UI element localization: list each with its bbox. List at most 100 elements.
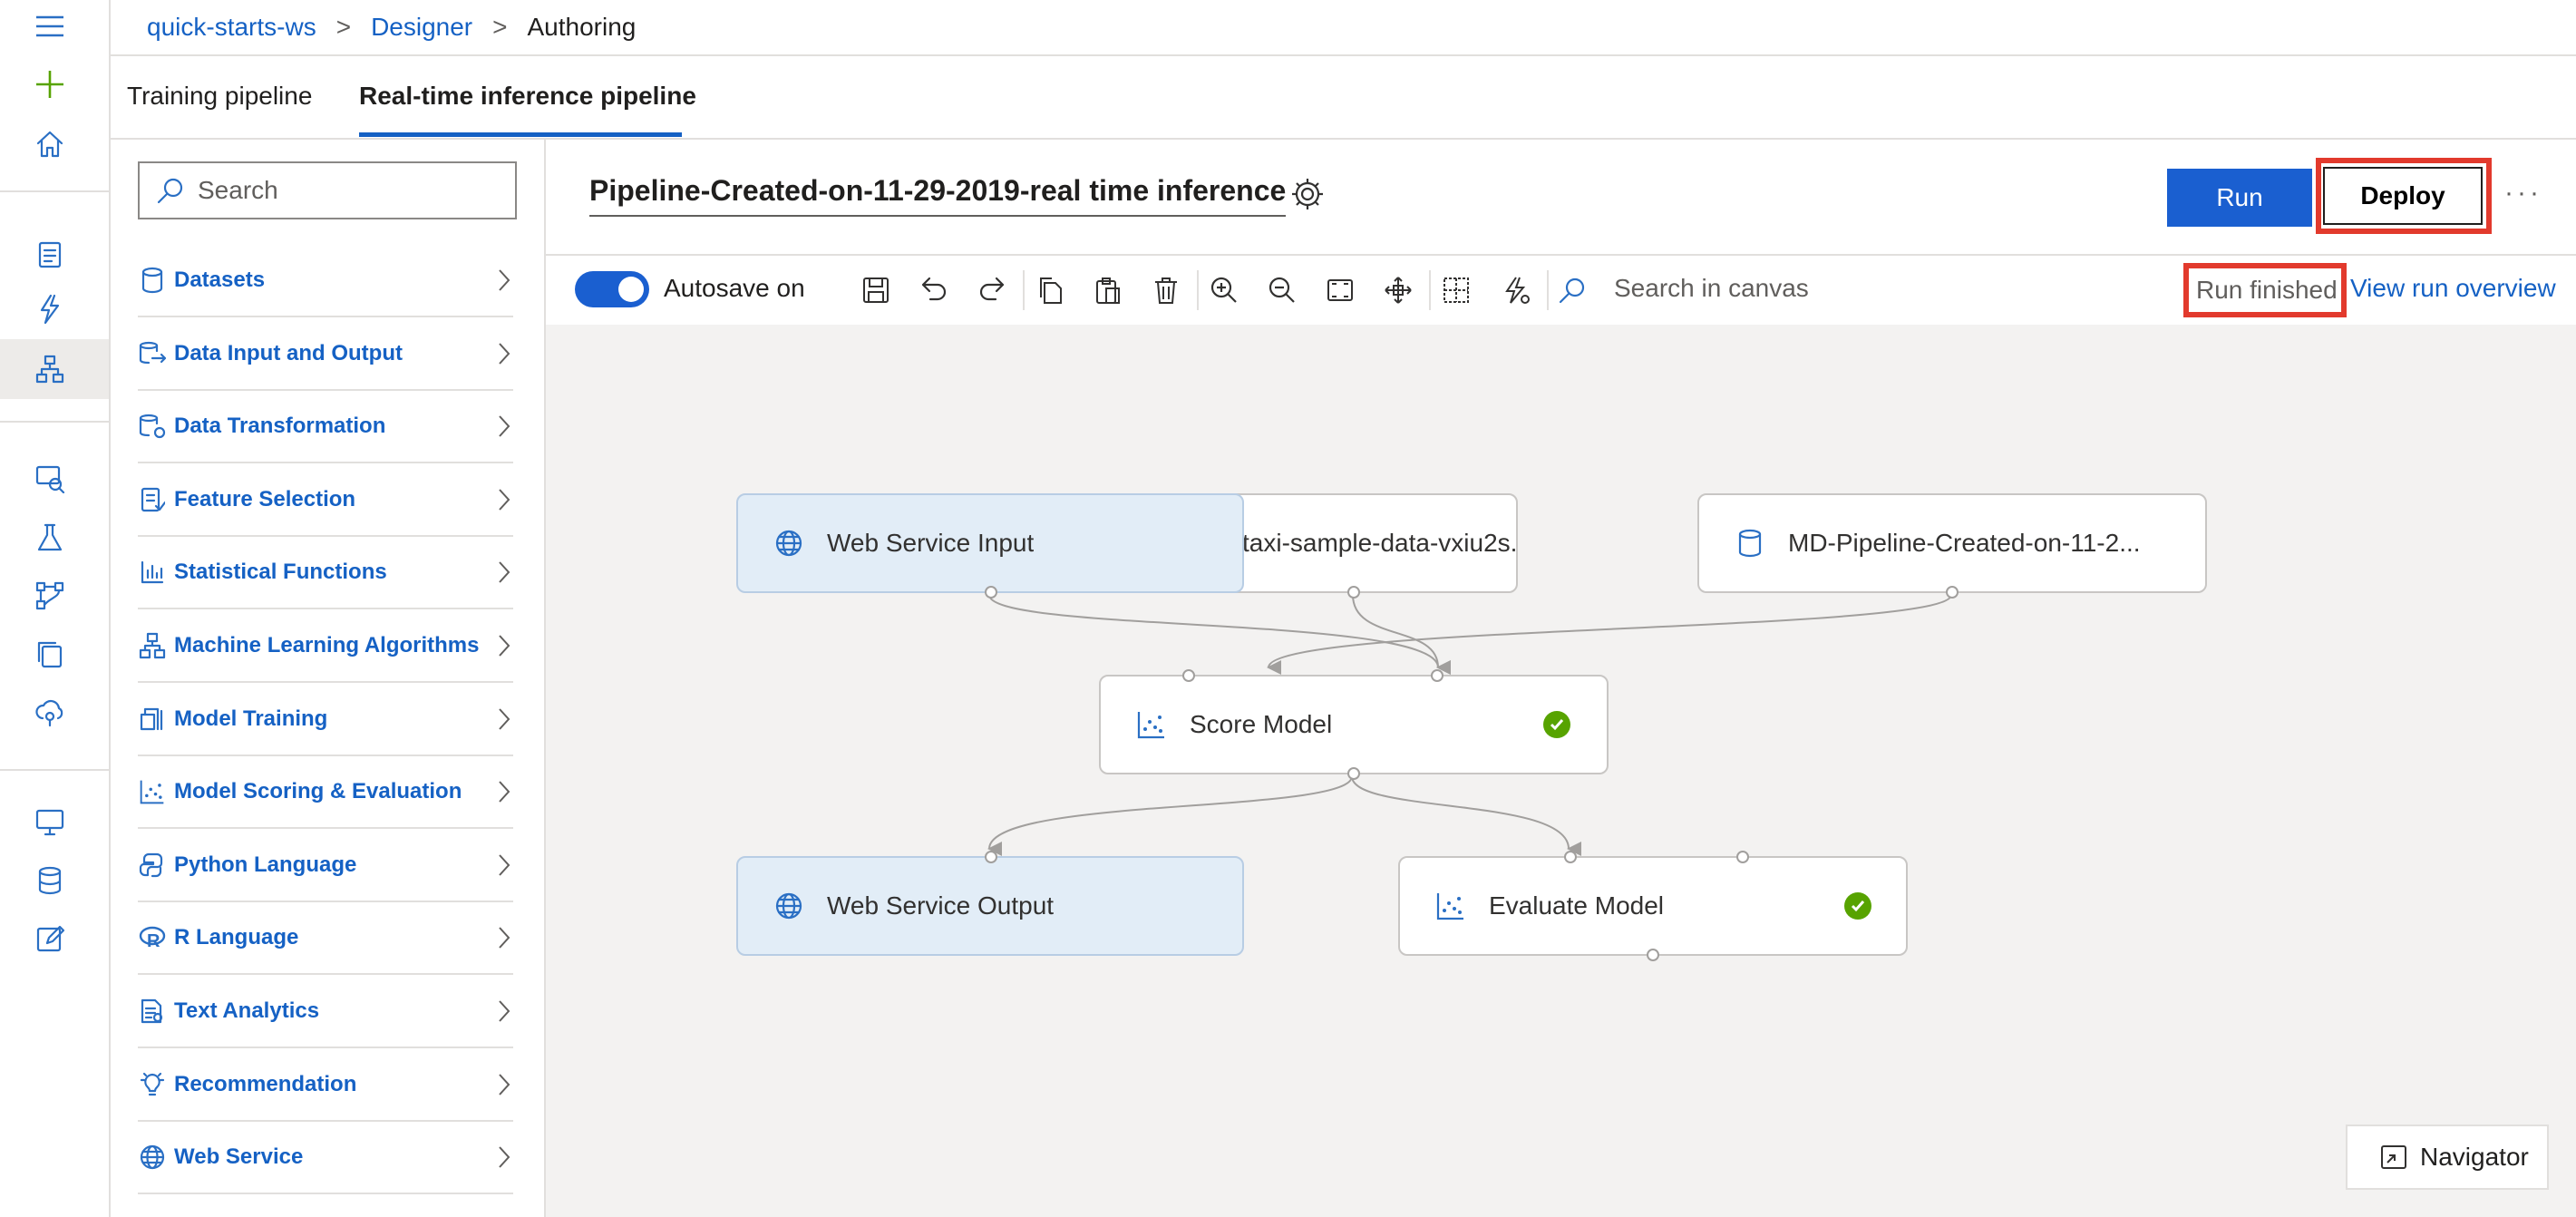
palette-category-label: R Language: [174, 925, 299, 950]
pipelines-icon[interactable]: [25, 571, 74, 620]
endpoints-icon[interactable]: [25, 687, 74, 736]
pipeline-node-web-service-input[interactable]: Web Service Input: [736, 493, 1244, 599]
palette-category-r-language[interactable]: R R Language: [138, 902, 513, 976]
breadcrumb-designer-link[interactable]: Designer: [371, 13, 472, 42]
pipeline-canvas[interactable]: taxi-sample-data-vxiu2s... Web Service I…: [546, 325, 2576, 1217]
chevron-right-icon[interactable]: [495, 340, 513, 367]
palette-category-datasets[interactable]: Datasets: [138, 245, 513, 317]
navigator-button[interactable]: Navigator: [2346, 1125, 2549, 1190]
hamburger-menu-icon[interactable]: [25, 2, 74, 51]
toggle-knob: [618, 277, 644, 302]
copy-icon[interactable]: [1032, 272, 1068, 308]
palette-category-statistical-functions[interactable]: Statistical Functions: [138, 537, 513, 610]
input-port[interactable]: [1564, 851, 1577, 863]
view-run-overview-link[interactable]: View run overview: [2350, 274, 2556, 303]
output-port[interactable]: [1347, 586, 1360, 599]
chevron-right-icon[interactable]: [495, 632, 513, 659]
palette-category-model-training[interactable]: Model Training: [138, 684, 513, 756]
deploy-button[interactable]: Deploy: [2323, 167, 2483, 225]
designer-icon[interactable]: [25, 345, 74, 394]
palette-category-web-service[interactable]: Web Service: [138, 1122, 513, 1195]
autosave-toggle[interactable]: [575, 271, 649, 307]
completed-check-icon: [1543, 711, 1570, 738]
scatter-icon: [1133, 706, 1170, 743]
canvas-search-input[interactable]: Search in canvas: [1614, 274, 1809, 303]
data-labeling-icon[interactable]: [25, 914, 74, 963]
palette-category-model-scoring-evaluation[interactable]: Model Scoring & Evaluation: [138, 756, 513, 830]
zoom-out-icon[interactable]: [1264, 272, 1300, 308]
experiments-icon[interactable]: [25, 513, 74, 562]
automated-ml-icon[interactable]: [25, 285, 74, 334]
pipeline-node-web-service-output[interactable]: Web Service Output: [736, 851, 1244, 956]
input-port[interactable]: [1736, 851, 1749, 863]
palette-category-machine-learning-algorithms[interactable]: Machine Learning Algorithms: [138, 610, 513, 683]
input-port[interactable]: [985, 851, 997, 863]
palette-search-input[interactable]: [196, 175, 499, 206]
more-options-button[interactable]: ···: [2504, 178, 2542, 209]
pipeline-node-md-pipeline[interactable]: MD-Pipeline-Created-on-11-2...: [1697, 493, 2207, 599]
palette-category-recommendation[interactable]: Recommendation: [138, 1049, 513, 1122]
output-port[interactable]: [1347, 767, 1360, 780]
node-label: Web Service Output: [827, 891, 1055, 920]
output-port[interactable]: [1946, 586, 1959, 599]
paste-icon[interactable]: [1090, 272, 1126, 308]
pipeline-node-score-model[interactable]: Score Model: [1099, 669, 1609, 780]
select-area-icon[interactable]: [1438, 272, 1474, 308]
notebooks-icon[interactable]: [25, 230, 74, 279]
rail-divider: [0, 421, 109, 423]
globe-icon: [138, 1143, 167, 1172]
chevron-right-icon[interactable]: [495, 924, 513, 951]
save-icon[interactable]: [858, 272, 894, 308]
models-icon[interactable]: [25, 629, 74, 678]
palette-category-text-analytics[interactable]: Text Analytics: [138, 976, 513, 1048]
palette-category-data-transformation[interactable]: Data Transformation: [138, 391, 513, 464]
zoom-in-icon[interactable]: [1206, 272, 1242, 308]
breadcrumb-current: Authoring: [527, 13, 637, 41]
chevron-right-icon[interactable]: [495, 267, 513, 294]
chevron-right-icon[interactable]: [495, 706, 513, 733]
datastores-icon[interactable]: [25, 856, 74, 905]
rail-divider: [0, 190, 109, 192]
run-button[interactable]: Run: [2167, 169, 2312, 227]
input-port[interactable]: [1431, 669, 1444, 682]
undo-icon[interactable]: [916, 272, 952, 308]
chevron-right-icon[interactable]: [495, 998, 513, 1025]
globe-icon: [771, 525, 807, 561]
tab-real-time-inference-pipeline[interactable]: Real-time inference pipeline: [359, 82, 696, 111]
chevron-right-icon[interactable]: [495, 778, 513, 805]
tab-training-pipeline[interactable]: Training pipeline: [127, 82, 312, 111]
pipeline-node-evaluate-model[interactable]: Evaluate Model: [1398, 851, 1908, 961]
palette-search-box[interactable]: [138, 161, 517, 219]
palette-category-python-language[interactable]: Python Language: [138, 830, 513, 902]
output-port[interactable]: [985, 586, 997, 599]
palette-category-label: Model Scoring & Evaluation: [174, 779, 462, 804]
auto-layout-icon[interactable]: [1498, 272, 1534, 308]
redo-icon[interactable]: [974, 272, 1010, 308]
node-label: Score Model: [1190, 710, 1333, 738]
delete-icon[interactable]: [1148, 272, 1184, 308]
breadcrumb-separator: >: [492, 13, 508, 41]
palette-category-feature-selection[interactable]: Feature Selection: [138, 464, 513, 537]
palette-category-data-input-and-output[interactable]: Data Input and Output: [138, 318, 513, 391]
feature-selection-icon: [138, 485, 167, 514]
create-new-icon[interactable]: [25, 60, 74, 109]
chevron-right-icon[interactable]: [495, 486, 513, 513]
pipeline-title[interactable]: Pipeline-Created-on-11-29-2019-real time…: [589, 174, 1287, 217]
input-port[interactable]: [1182, 669, 1195, 682]
compute-icon[interactable]: [25, 798, 74, 847]
home-icon[interactable]: [25, 120, 74, 169]
pan-icon[interactable]: [1380, 272, 1416, 308]
datasets-nav-icon[interactable]: [25, 453, 74, 502]
chevron-right-icon[interactable]: [495, 852, 513, 879]
toolbar-divider: [1547, 270, 1549, 310]
rail-divider: [0, 769, 109, 771]
chevron-right-icon[interactable]: [495, 1071, 513, 1098]
chevron-right-icon[interactable]: [495, 559, 513, 586]
chevron-right-icon[interactable]: [495, 413, 513, 440]
breadcrumb-workspace-link[interactable]: quick-starts-ws: [147, 13, 316, 42]
fit-to-screen-icon[interactable]: [1322, 272, 1358, 308]
node-label: MD-Pipeline-Created-on-11-2...: [1788, 529, 2141, 557]
gear-icon[interactable]: [1289, 176, 1326, 212]
chevron-right-icon[interactable]: [495, 1144, 513, 1171]
output-port[interactable]: [1647, 949, 1659, 961]
